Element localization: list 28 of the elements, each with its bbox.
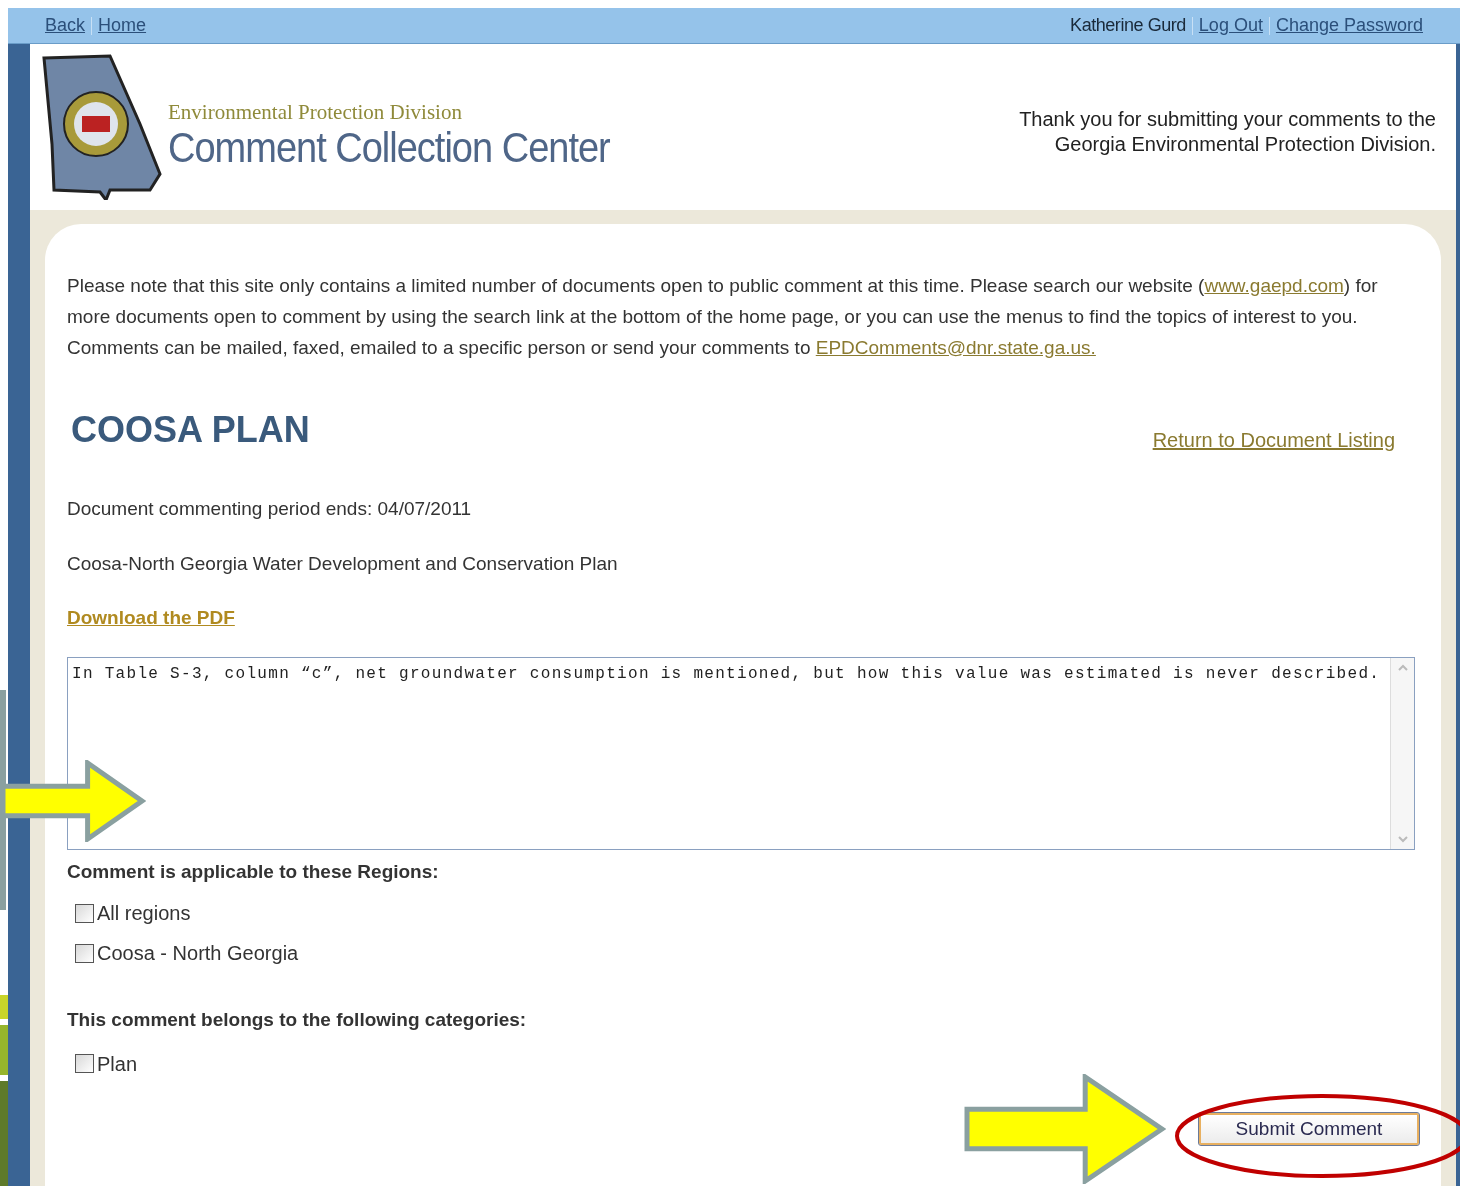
thank-you-text: Thank you for submitting your comments to the	[1019, 107, 1436, 132]
period-text: Document commenting period ends: 04/07/2011	[67, 497, 473, 521]
download-link[interactable]: Download the PDF	[67, 604, 235, 633]
categories-label: This comment belongs to the following categories:	[67, 1008, 528, 1032]
checkbox[interactable]	[75, 903, 94, 923]
website-link[interactable]: www.gaepd.com	[1204, 275, 1344, 296]
checkbox[interactable]	[75, 943, 94, 963]
division-name: Environmental Protection Division	[168, 99, 463, 126]
checkbox-label: Plan	[97, 1051, 138, 1077]
checkbox[interactable]	[75, 1054, 94, 1073]
comment-field[interactable]: In Table S-3, column “c”, net groundwater consumption is mentioned, but how this value was estimated is never described.	[67, 656, 1415, 850]
checkbox-label: Coosa - North Georgia	[97, 941, 299, 966]
submit-button[interactable]: Submit Comment	[1199, 1112, 1419, 1145]
document-description: Coosa-North Georgia Water Development and Conservation Plan	[67, 551, 619, 576]
comment-text: In Table S-3, column “c”, net groundwater consumption is mentioned, but how this value was estimated is never described.	[71, 663, 1382, 685]
document-title: COOSA PLAN	[71, 408, 310, 452]
email-link[interactable]: EPDComments@dnr.state.ga.us.	[815, 337, 1096, 358]
nav-link[interactable]: Back	[45, 12, 86, 39]
account-link[interactable]: Change Password	[1275, 12, 1423, 39]
nav-link[interactable]: Home	[98, 12, 147, 39]
user-name: Katherine Gurd	[1070, 14, 1186, 37]
account-link[interactable]: Log Out	[1198, 12, 1263, 39]
regions-label: Comment is applicable to these Regions:	[67, 859, 440, 884]
thank-you-text: Georgia Environmental Protection Division.	[1054, 132, 1436, 157]
notice-paragraph: Please note that this site only contains a limited number of documents open to public comment at this time. Please search our website (www.gaepd.com) for more documents open to comment by using the search link at the bottom of the home page, or you can use the menus to find the topics of interest to you. Comments can be mailed, faxed, emailed to a specific person or send your comments to EPDComments@dnr.state.ga.us.	[67, 274, 1379, 360]
site-title: Comment Collection Center	[168, 124, 610, 174]
return-link[interactable]: Return to Document Listing	[1152, 425, 1395, 455]
checkbox-label: All regions	[97, 901, 191, 926]
